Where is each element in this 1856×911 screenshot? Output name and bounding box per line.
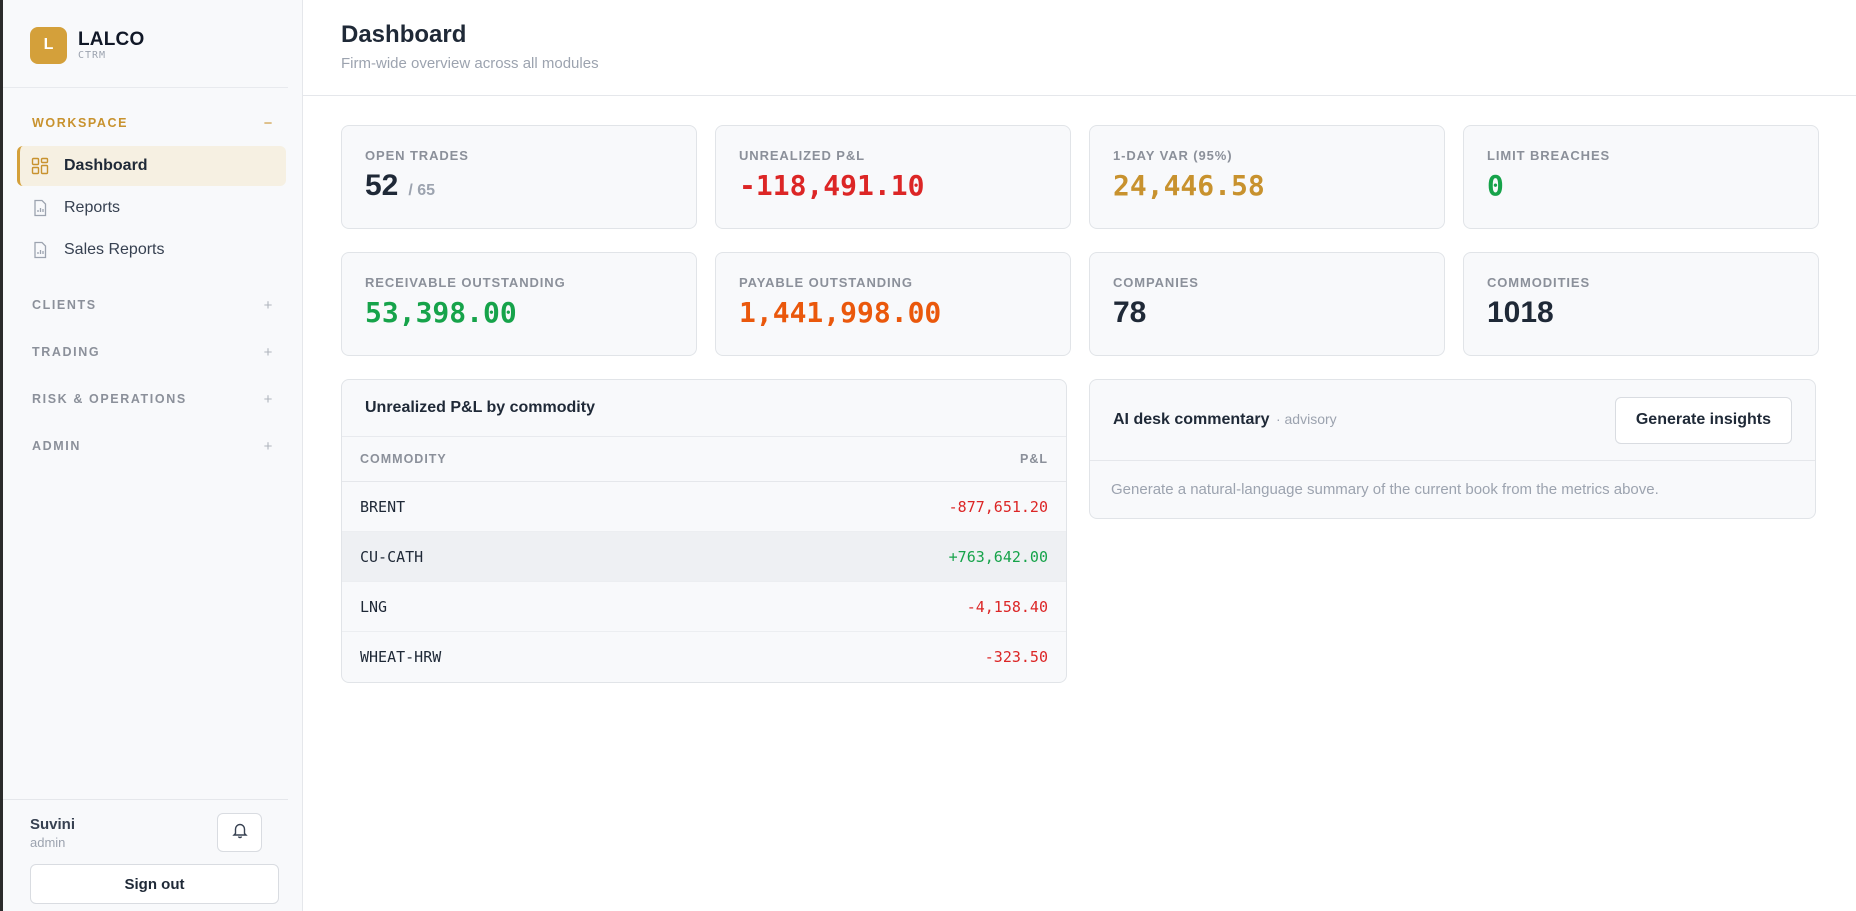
column-header-commodity: COMMODITY [360,452,447,466]
expand-icon: + [263,296,274,314]
user-role: admin [30,834,66,850]
kpi-value: 24,446.58 [1113,169,1265,202]
kpi-open-trades: OPEN TRADES 52 / 65 [341,125,697,229]
kpi-limit-breaches: LIMIT BREACHES 0 [1463,125,1819,229]
pnl-cell: +763,642.00 [948,547,1048,566]
sidebar-nav: WORKSPACE − Dashboard Reports Sales Repo… [3,88,302,476]
brand-logo: L [30,26,67,64]
pnl-cell: -323.50 [984,648,1048,666]
report-icon [31,199,49,217]
kpi-var: 1-DAY VAR (95%) 24,446.58 [1089,125,1445,229]
notifications-button[interactable] [217,813,262,852]
commodity-cell: CU-CATH [360,547,424,566]
card-title: AI desk commentary [1113,411,1270,428]
commodity-cell: LNG [360,597,388,616]
kpi-commodities: COMMODITIES 1018 [1463,252,1819,356]
kpi-value: 52 [365,169,399,202]
sidebar-item-dashboard[interactable]: Dashboard [17,146,286,186]
sidebar-item-label: Reports [64,199,121,216]
pnl-cell: -877,651.20 [948,497,1048,516]
pnl-by-commodity-card: Unrealized P&L by commodity COMMODITY P&… [341,379,1067,683]
dashboard-icon [31,157,49,175]
page-subtitle: Firm-wide overview across all modules [341,55,599,72]
kpi-value: 78 [1113,296,1147,329]
sidebar-item-sales-reports[interactable]: Sales Reports [17,230,286,270]
page-header: Dashboard Firm-wide overview across all … [303,0,1856,96]
ai-commentary-card: AI desk commentary · advisory Generate i… [1089,379,1816,519]
nav-group-risk-operations[interactable]: RISK & OPERATIONS + [17,382,288,416]
table-header: COMMODITY P&L [342,437,1066,482]
kpi-grid: OPEN TRADES 52 / 65 UNREALIZED P&L -118,… [341,125,1819,356]
ai-commentary-text: Generate a natural-language summary of t… [1111,481,1659,498]
user-name: Suvini [30,815,76,833]
sidebar: L LALCO CTRM WORKSPACE − Dashboard Repor… [0,0,303,911]
kpi-value: 53,398.00 [365,296,517,329]
expand-icon: + [263,390,274,408]
sidebar-item-label: Dashboard [64,157,148,174]
collapse-icon: − [263,114,274,132]
kpi-companies: COMPANIES 78 [1089,252,1445,356]
table-row[interactable]: CU-CATH +763,642.00 [342,532,1066,582]
commodity-cell: WHEAT-HRW [360,648,442,666]
table-row[interactable]: BRENT -877,651.20 [342,482,1066,532]
brand-sub: CTRM [78,49,107,61]
expand-icon: + [263,343,274,361]
main-content: Dashboard Firm-wide overview across all … [303,0,1856,911]
kpi-value: -118,491.10 [739,169,925,202]
column-header-pnl: P&L [1020,452,1048,466]
expand-icon: + [263,437,274,455]
brand-name: LALCO [78,28,145,50]
page-title: Dashboard [341,21,467,48]
nav-group-clients[interactable]: CLIENTS + [17,288,288,322]
nav-group-trading[interactable]: TRADING + [17,335,288,369]
table-row[interactable]: WHEAT-HRW -323.50 [342,632,1066,682]
kpi-value: 1018 [1487,296,1554,329]
bell-icon [231,821,249,844]
commodity-cell: BRENT [360,497,406,516]
nav-group-workspace[interactable]: WORKSPACE − [17,106,288,140]
nav-group-admin[interactable]: ADMIN + [17,429,288,463]
pnl-cell: -4,158.40 [966,597,1048,616]
sign-out-button[interactable]: Sign out [30,864,279,904]
kpi-total: / 65 [408,182,436,199]
kpi-unrealized-pnl: UNREALIZED P&L -118,491.10 [715,125,1071,229]
kpi-value: 1,441,998.00 [739,296,942,329]
card-title: Unrealized P&L by commodity [342,380,1066,437]
sidebar-item-reports[interactable]: Reports [17,188,286,228]
sidebar-footer: Suvini admin Sign out [3,799,288,911]
report-icon [31,241,49,259]
kpi-payable: PAYABLE OUTSTANDING 1,441,998.00 [715,252,1071,356]
user-info: Suvini admin [30,816,75,850]
brand: L LALCO CTRM [3,0,288,88]
generate-insights-button[interactable]: Generate insights [1614,396,1792,444]
advisory-tag: · advisory [1275,411,1337,427]
sidebar-item-label: Sales Reports [64,241,165,258]
kpi-value: 0 [1487,169,1504,202]
kpi-receivable: RECEIVABLE OUTSTANDING 53,398.00 [341,252,697,356]
table-row[interactable]: LNG -4,158.40 [342,582,1066,632]
